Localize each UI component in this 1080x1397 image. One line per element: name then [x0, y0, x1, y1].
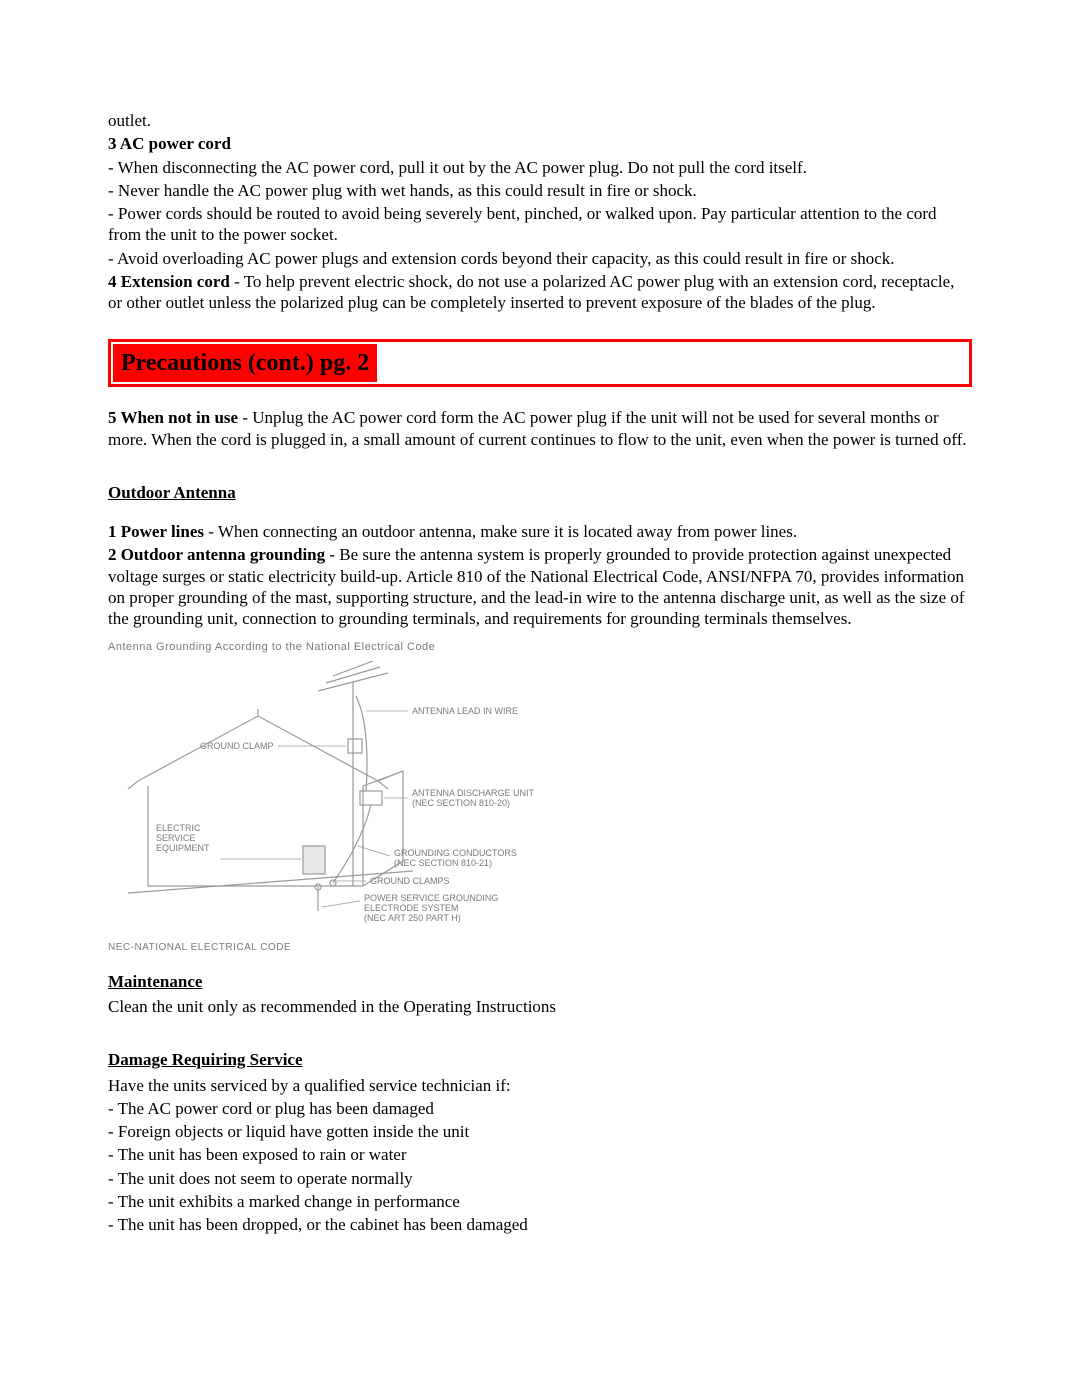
diagram-footer: NEC-NATIONAL ELECTRICAL CODE: [108, 942, 628, 955]
label-ground-clamps-bottom: GROUND CLAMPS: [370, 876, 450, 886]
damage-item: - Foreign objects or liquid have gotten …: [108, 1121, 972, 1142]
label-power-2: ELECTRODE SYSTEM: [364, 903, 459, 913]
damage-intro: Have the units serviced by a qualified s…: [108, 1075, 972, 1096]
label-discharge: ANTENNA DISCHARGE UNIT: [412, 788, 535, 798]
item-when-not-in-use-lead: 5 When not in use: [108, 408, 238, 427]
label-electric-1: ELECTRIC: [156, 823, 201, 833]
damage-item: - The unit has been dropped, or the cabi…: [108, 1214, 972, 1235]
heading-extension-cord-lead: 4 Extension cord: [108, 272, 230, 291]
label-conductors-sub: (NEC SECTION 810-21): [394, 858, 492, 868]
label-power-1: POWER SERVICE GROUNDING: [364, 893, 498, 903]
outdoor-item-1-lead: 1 Power lines: [108, 522, 204, 541]
maintenance-body: Clean the unit only as recommended in th…: [108, 996, 972, 1017]
heading-outdoor-antenna: Outdoor Antenna: [108, 482, 972, 503]
heading-damage-requiring-service: Damage Requiring Service: [108, 1049, 972, 1070]
damage-item: - The AC power cord or plug has been dam…: [108, 1098, 972, 1119]
prev-page-trail: outlet.: [108, 110, 972, 131]
outdoor-item-1: 1 Power lines - When connecting an outdo…: [108, 521, 972, 542]
label-antenna-lead: ANTENNA LEAD IN WIRE: [412, 706, 518, 716]
ac-item: - Never handle the AC power plug with we…: [108, 180, 972, 201]
outdoor-item-2: 2 Outdoor antenna grounding - Be sure th…: [108, 544, 972, 629]
outdoor-item-1-body: - When connecting an outdoor antenna, ma…: [204, 522, 797, 541]
label-electric-2: SERVICE: [156, 833, 195, 843]
label-conductors: GROUNDING CONDUCTORS: [394, 848, 517, 858]
heading-extension-cord-body: - To help prevent electric shock, do not…: [108, 272, 954, 312]
ac-item: - Avoid overloading AC power plugs and e…: [108, 248, 972, 269]
damage-item: - The unit does not seem to operate norm…: [108, 1168, 972, 1189]
diagram-svg: ANTENNA LEAD IN WIRE GROUND CLAMP ANTENN…: [108, 661, 628, 931]
item-when-not-in-use: 5 When not in use - Unplug the AC power …: [108, 407, 972, 450]
heading-maintenance: Maintenance: [108, 971, 972, 992]
antenna-grounding-diagram: Antenna Grounding According to the Natio…: [108, 641, 628, 955]
section-banner-title: Precautions (cont.) pg. 2: [113, 344, 377, 382]
label-ground-clamp: GROUND CLAMP: [200, 741, 274, 751]
section-banner: Precautions (cont.) pg. 2: [108, 339, 972, 387]
heading-extension-cord: 4 Extension cord - To help prevent elect…: [108, 271, 972, 314]
ac-item: - When disconnecting the AC power cord, …: [108, 157, 972, 178]
outdoor-item-2-lead: 2 Outdoor antenna grounding: [108, 545, 325, 564]
heading-ac-power-cord: 3 AC power cord: [108, 133, 972, 154]
label-power-3: (NEC ART 250 PART H): [364, 913, 461, 923]
label-electric-3: EQUIPMENT: [156, 843, 210, 853]
damage-item: - The unit exhibits a marked change in p…: [108, 1191, 972, 1212]
label-discharge-sub: (NEC SECTION 810-20): [412, 798, 510, 808]
diagram-title: Antenna Grounding According to the Natio…: [108, 641, 628, 655]
ac-item: - Power cords should be routed to avoid …: [108, 203, 972, 246]
damage-item: - The unit has been exposed to rain or w…: [108, 1144, 972, 1165]
